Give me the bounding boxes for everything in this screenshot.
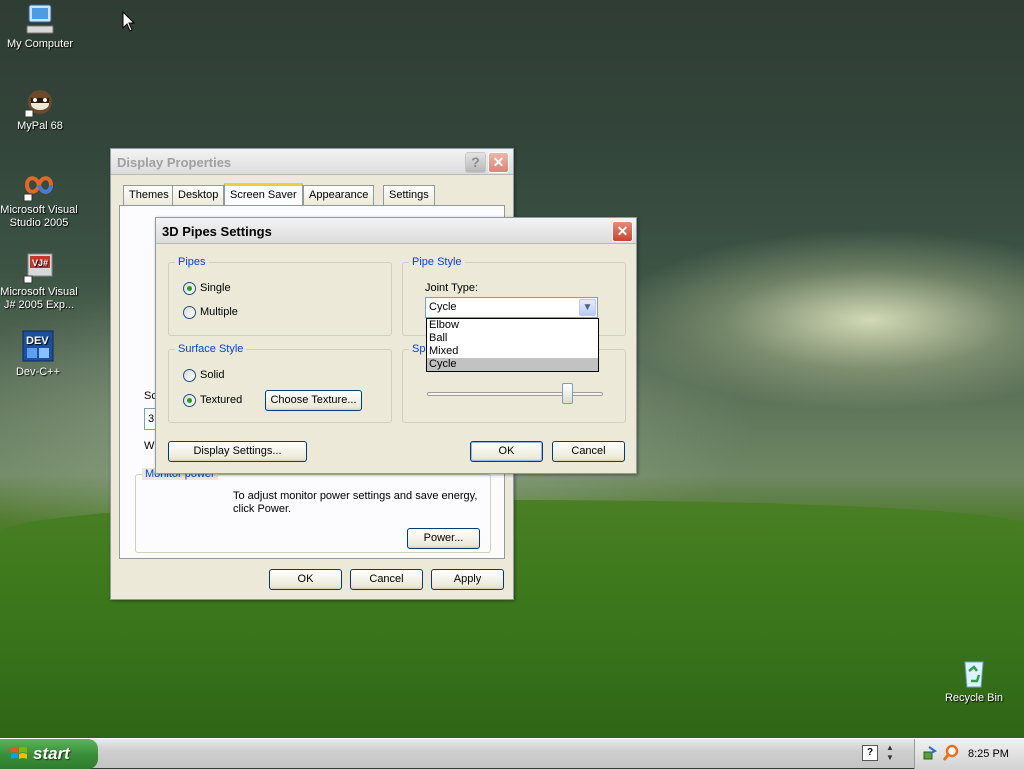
speed-slider-thumb[interactable] [562, 383, 574, 404]
tab-screen-saver[interactable]: Screen Saver [224, 183, 303, 206]
close-button[interactable]: ✕ [612, 221, 633, 242]
chevron-up-down-icon[interactable]: ▲ ▼ [884, 743, 896, 763]
cancel-button[interactable]: Cancel [350, 569, 423, 590]
dropdown-option-elbow[interactable]: Elbow [427, 319, 598, 332]
help-icon[interactable]: ? [862, 745, 878, 761]
surface-style-group: Surface Style Solid Textured Choose Text… [168, 343, 392, 423]
help-button[interactable]: ? [465, 152, 486, 173]
dev-cpp-icon: DEV [21, 330, 55, 364]
svg-text:DEV: DEV [26, 335, 49, 347]
pipes-settings-dialog: 3D Pipes Settings ✕ Pipes Single Multipl… [155, 217, 637, 474]
ok-button[interactable]: OK [269, 569, 342, 590]
recycle-bin-icon [957, 656, 991, 690]
start-label: start [33, 744, 70, 763]
joint-type-value: Cycle [429, 301, 457, 313]
tab-strip: Themes Desktop Screen Saver Appearance S… [123, 183, 503, 207]
display-settings-button[interactable]: Display Settings... [168, 441, 307, 462]
tab-appearance[interactable]: Appearance [303, 185, 375, 205]
tab-themes[interactable]: Themes [123, 185, 175, 205]
pipe-style-title: Pipe Style [409, 256, 465, 268]
pipes-group: Pipes Single Multiple [168, 256, 392, 336]
window-title: Display Properties [117, 155, 232, 170]
desktop-icon-my-computer[interactable]: My Computer [0, 2, 80, 51]
desktop-icon-mypal[interactable]: MyPal 68 [0, 84, 80, 133]
apply-button[interactable]: Apply [431, 569, 504, 590]
desktop-icon-dev-cpp[interactable]: DEV Dev-C++ [0, 330, 78, 379]
mouse-cursor-icon [122, 11, 136, 32]
pipes-group-title: Pipes [175, 256, 209, 268]
monitor-power-group: Monitor power To adjust monitor power se… [135, 468, 491, 553]
network-icon[interactable] [923, 745, 939, 761]
cancel-button[interactable]: Cancel [552, 441, 625, 462]
wait-label-partial: W [144, 440, 155, 452]
radio-circle-checked [183, 282, 196, 295]
desktop-icon-visual-studio[interactable]: Microsoft Visual Studio 2005 [0, 168, 79, 230]
chevron-down-icon[interactable]: ▼ [579, 299, 596, 316]
joint-type-label: Joint Type: [425, 282, 478, 294]
desktop-icon-visual-jsharp[interactable]: VJ# Microsoft Visual J# 2005 Exp... [0, 250, 79, 312]
dropdown-option-mixed[interactable]: Mixed [427, 345, 598, 358]
clock: 8:25 PM [968, 748, 1009, 760]
choose-texture-button[interactable]: Choose Texture... [265, 390, 362, 411]
visual-jsharp-icon: VJ# [22, 250, 56, 284]
visual-studio-infinity-icon [22, 168, 56, 202]
mypal-raccoon-icon [23, 84, 57, 118]
joint-type-combobox[interactable]: Cycle ▼ [425, 297, 598, 318]
power-button[interactable]: Power... [407, 528, 480, 549]
svg-text:VJ#: VJ# [32, 258, 48, 268]
desktop-icon-recycle-bin[interactable]: Recycle Bin [934, 656, 1014, 705]
pipes-settings-titlebar[interactable]: 3D Pipes Settings ✕ [156, 218, 636, 244]
joint-type-dropdown-list: Elbow Ball Mixed Cycle [426, 318, 599, 372]
radio-circle-checked [183, 394, 196, 407]
my-computer-icon [23, 2, 57, 36]
display-properties-titlebar[interactable]: Display Properties ? ✕ [111, 149, 513, 175]
close-button[interactable]: ✕ [488, 152, 509, 173]
tab-settings[interactable]: Settings [383, 185, 435, 205]
windows-logo-icon [11, 747, 27, 759]
dialog-title: 3D Pipes Settings [162, 224, 272, 239]
surface-style-title: Surface Style [175, 343, 247, 355]
taskbar: start ? ▲ ▼ 8:25 PM [0, 738, 1024, 769]
radio-circle [183, 306, 196, 319]
radio-circle [183, 369, 196, 382]
ok-button[interactable]: OK [470, 441, 543, 462]
dropdown-option-ball[interactable]: Ball [427, 332, 598, 345]
tab-desktop[interactable]: Desktop [172, 185, 225, 205]
speed-slider-track[interactable] [427, 392, 603, 396]
dropdown-option-cycle[interactable]: Cycle [427, 358, 598, 371]
system-tray: 8:25 PM [914, 739, 1024, 769]
start-button[interactable]: start [0, 739, 98, 769]
search-magnifier-icon[interactable] [943, 744, 959, 762]
monitor-power-text: To adjust monitor power settings and sav… [233, 490, 478, 515]
